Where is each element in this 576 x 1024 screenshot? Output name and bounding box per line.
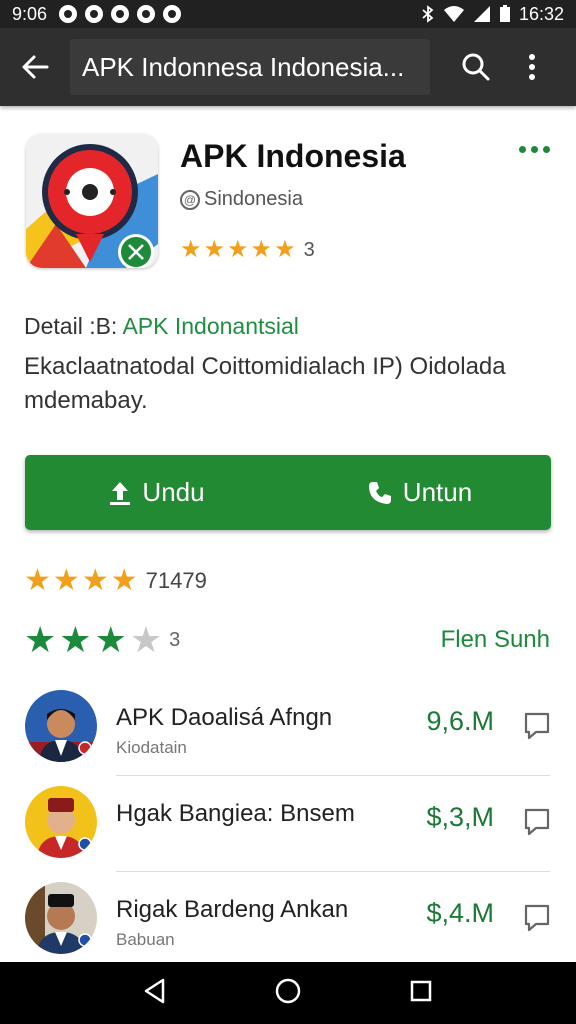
star-icon: ★ bbox=[81, 564, 109, 597]
notification-icon bbox=[85, 5, 104, 23]
item-price: $,4.M bbox=[426, 898, 494, 928]
app-rating: ★ ★ ★ ★ ★ 3 bbox=[180, 238, 315, 262]
avatar bbox=[25, 882, 97, 954]
developer-name: Sindonesia bbox=[204, 188, 303, 210]
action-bar: Undu Untun bbox=[25, 455, 551, 530]
star-icon: ★ bbox=[52, 564, 80, 597]
nav-home-button[interactable] bbox=[274, 977, 302, 1010]
list-item[interactable]: Hgak Bangiea: Bnsem $,3,M bbox=[0, 778, 576, 874]
star-icon: ★ bbox=[110, 564, 138, 597]
download-label: Undu bbox=[142, 477, 205, 507]
see-all-link[interactable]: Flen Sunh bbox=[441, 626, 550, 654]
item-subtitle: Babuan bbox=[116, 930, 175, 949]
triangle-back-icon bbox=[145, 978, 165, 1003]
overflow-menu-button[interactable] bbox=[504, 28, 560, 106]
chat-button[interactable] bbox=[524, 712, 550, 745]
more-options-button[interactable] bbox=[519, 146, 550, 153]
rating-summary: ★ ★ ★ ★ 71479 bbox=[24, 566, 207, 596]
item-price: $,3,M bbox=[426, 802, 494, 832]
search-input[interactable]: APK Indonnesa Indonesia... bbox=[70, 39, 430, 95]
search-button[interactable] bbox=[448, 28, 504, 106]
arrow-left-icon bbox=[22, 55, 49, 79]
star-icon: ★ bbox=[24, 564, 51, 597]
upload-icon bbox=[110, 481, 131, 505]
star-icon: ★ bbox=[227, 236, 249, 263]
nav-back-button[interactable] bbox=[143, 978, 167, 1009]
notification-icon bbox=[111, 5, 130, 23]
signal-icon bbox=[473, 6, 490, 22]
message-icon bbox=[524, 808, 550, 836]
toolbar: APK Indonnesa Indonesia... bbox=[0, 28, 576, 106]
status-right: 16:32 bbox=[421, 4, 564, 25]
rating-count: 3 bbox=[303, 238, 315, 261]
item-name: Rigak Bardeng Ankan bbox=[116, 896, 349, 923]
star-empty-icon: ★ bbox=[129, 619, 163, 660]
app-title: APK Indonesia bbox=[180, 138, 406, 174]
square-recents-icon bbox=[410, 980, 431, 1001]
circle-home-icon bbox=[275, 978, 301, 1003]
app-icon bbox=[26, 134, 158, 268]
developer-row[interactable]: @ Sindonesia bbox=[180, 188, 303, 211]
notification-icon bbox=[59, 5, 78, 23]
phone-icon bbox=[368, 481, 391, 504]
call-button[interactable]: Untun bbox=[288, 455, 551, 530]
status-bar: 9:06 16:32 bbox=[0, 0, 576, 28]
avatar bbox=[25, 690, 97, 762]
item-price: 9,6.M bbox=[426, 706, 494, 736]
star-icon: ★ bbox=[274, 236, 296, 263]
developer-icon: @ bbox=[180, 189, 200, 210]
chat-button[interactable] bbox=[524, 808, 550, 841]
nav-recents-button[interactable] bbox=[409, 979, 433, 1008]
dot-icon bbox=[531, 146, 538, 153]
app-description: Ekaclaatnatodal Coittomidialach IP) Oido… bbox=[24, 353, 506, 414]
star-icon: ★ bbox=[59, 619, 92, 660]
detail-value[interactable]: APK Indonantsial bbox=[122, 313, 298, 339]
search-icon bbox=[462, 53, 490, 81]
item-subtitle: Kiodatain bbox=[116, 738, 187, 757]
status-clock: 16:32 bbox=[518, 3, 564, 24]
status-left: 9:06 bbox=[12, 3, 182, 25]
rating-secondary[interactable]: ★ ★ ★ ★ 3 bbox=[24, 622, 180, 658]
divider bbox=[116, 775, 550, 776]
item-name: Hgak Bangiea: Bnsem bbox=[116, 800, 355, 827]
notification-icon bbox=[163, 5, 182, 23]
list-item[interactable]: APK Daoalisá Afngn Kiodatain 9,6.M bbox=[0, 682, 576, 778]
star-icon: ★ bbox=[250, 236, 273, 263]
notification-icon bbox=[137, 5, 156, 23]
status-time: 9:06 bbox=[12, 3, 48, 24]
detail-line: Detail :B: APK Indonantsial bbox=[24, 313, 299, 340]
download-button[interactable]: Undu bbox=[25, 455, 288, 530]
dot-icon bbox=[543, 146, 550, 153]
battery-icon bbox=[499, 5, 510, 22]
dot-icon bbox=[519, 146, 526, 153]
star-icon: ★ bbox=[94, 619, 127, 660]
chat-button[interactable] bbox=[524, 904, 550, 937]
rating-secondary-count: 3 bbox=[169, 628, 181, 651]
call-label: Untun bbox=[402, 477, 473, 507]
detail-label: Detail :B: bbox=[24, 313, 118, 339]
star-icon: ★ bbox=[180, 236, 202, 263]
wifi-icon bbox=[443, 6, 464, 22]
more-vert-icon bbox=[529, 54, 535, 80]
back-button[interactable] bbox=[0, 28, 70, 106]
star-icon: ★ bbox=[24, 619, 57, 660]
item-name: APK Daoalisá Afngn bbox=[116, 704, 333, 731]
avatar bbox=[25, 786, 97, 858]
star-icon: ★ bbox=[203, 236, 226, 263]
list-item[interactable]: Rigak Bardeng Ankan Babuan $,4.M bbox=[0, 874, 576, 970]
rating-summary-count: 71479 bbox=[145, 568, 207, 593]
bluetooth-icon bbox=[422, 5, 434, 23]
system-nav-bar bbox=[0, 962, 576, 1024]
message-icon bbox=[524, 712, 550, 740]
results-list: APK Daoalisá Afngn Kiodatain 9,6.M Hgak … bbox=[0, 682, 576, 970]
message-icon bbox=[524, 904, 550, 932]
divider bbox=[116, 871, 550, 872]
